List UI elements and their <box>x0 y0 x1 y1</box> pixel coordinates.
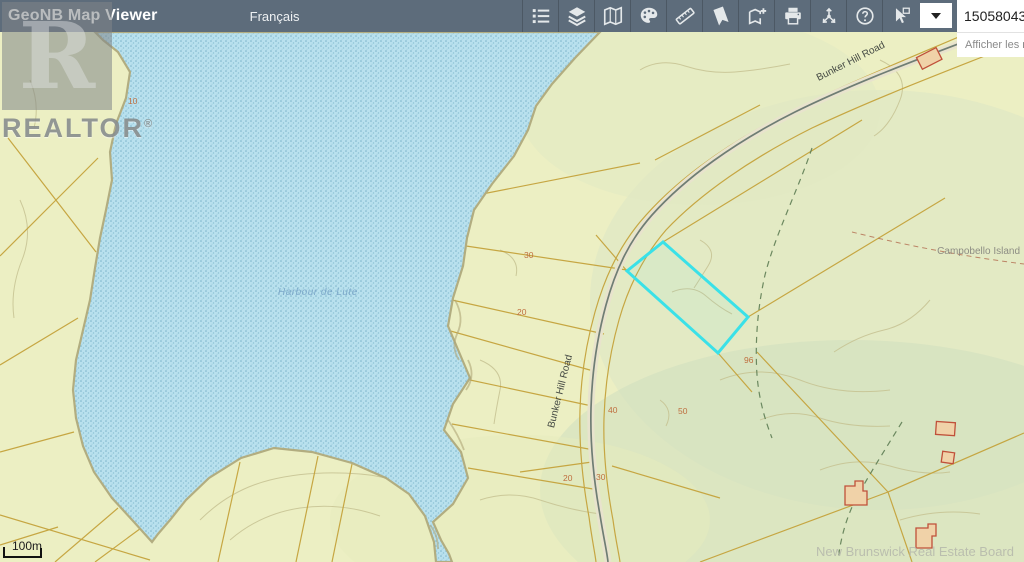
map-svg: Harbour de Lute Bunker Hill Road Bunker … <box>0 32 1024 562</box>
basemap-button[interactable] <box>594 0 630 32</box>
share-button[interactable] <box>810 0 846 32</box>
contour-value-label: 40 <box>608 405 618 415</box>
attribution-label: New Brunswick Real Estate Board <box>816 544 1014 559</box>
select-button[interactable] <box>882 0 918 32</box>
draw-button[interactable] <box>630 0 666 32</box>
water-label: Harbour de Lute <box>278 287 358 298</box>
contour-value-label: 20 <box>563 473 573 483</box>
contour-value-label: 20 <box>517 307 527 317</box>
geonb-map-viewer-app: GeoNB Map Viewer Français 15058043 Affic… <box>0 0 1024 562</box>
print-button[interactable] <box>774 0 810 32</box>
search-box <box>957 0 1024 32</box>
contour-value-label: 50 <box>678 406 688 416</box>
ruler-icon <box>674 5 696 27</box>
legend-icon <box>530 5 552 27</box>
contour-value-label: 30 <box>524 250 534 260</box>
toolbar <box>522 0 918 32</box>
printer-icon <box>782 5 804 27</box>
map-canvas[interactable]: Harbour de Lute Bunker Hill Road Bunker … <box>0 32 1024 562</box>
help-icon <box>854 5 876 27</box>
legend-button[interactable] <box>522 0 558 32</box>
layers-icon <box>566 5 588 27</box>
help-button[interactable] <box>846 0 882 32</box>
search-input[interactable] <box>957 8 1024 24</box>
app-title: GeoNB Map Viewer <box>8 7 158 24</box>
scale-label: 100m <box>12 539 42 553</box>
basemap-icon <box>602 5 624 27</box>
layers-button[interactable] <box>558 0 594 32</box>
chevron-down-icon <box>931 12 941 19</box>
language-toggle-link[interactable]: Français <box>250 9 300 24</box>
contour-value-label: 96 <box>744 355 754 365</box>
contour-value-label: 10 <box>128 96 138 106</box>
search-dropdown-button[interactable] <box>920 3 952 28</box>
palette-icon <box>638 5 660 27</box>
measure-button[interactable] <box>666 0 702 32</box>
bookmark-button[interactable] <box>702 0 738 32</box>
bookmark-icon <box>710 5 732 27</box>
island-label: Campobello Island <box>937 246 1020 257</box>
search-suggestion-item[interactable]: Afficher les r <box>957 32 1024 57</box>
share-icon <box>818 5 840 27</box>
add-data-button[interactable] <box>738 0 774 32</box>
app-header: GeoNB Map Viewer Français <box>0 0 1024 32</box>
contour-value-label: 30 <box>596 472 606 482</box>
map-plus-icon <box>746 5 768 27</box>
cursor-select-icon <box>890 5 912 27</box>
